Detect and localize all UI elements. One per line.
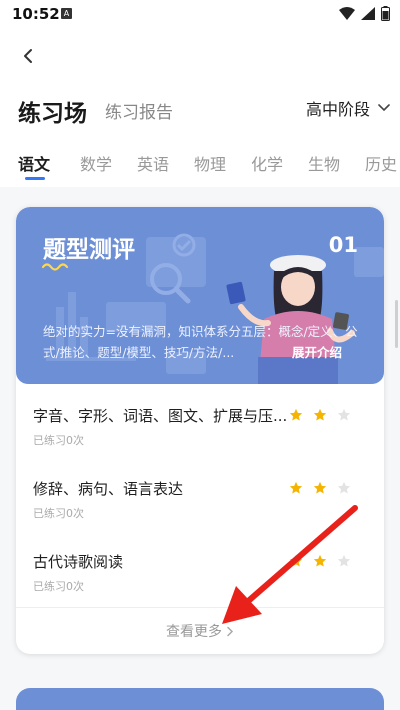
tab-chemistry[interactable]: 化学 bbox=[251, 151, 283, 175]
banner-number: 01 bbox=[328, 233, 358, 257]
star-filled-icon bbox=[289, 408, 303, 421]
tab-math[interactable]: 数学 bbox=[80, 151, 112, 175]
practice-card: 题型测评 01 绝对的实力=没有漏洞，知识体系分五层：概念/定义、公式/推论、题… bbox=[16, 207, 384, 654]
star-filled-icon bbox=[313, 408, 327, 421]
tab-physics[interactable]: 物理 bbox=[194, 151, 226, 175]
signal-icon bbox=[361, 7, 375, 20]
difficulty-stars bbox=[289, 554, 351, 568]
difficulty-stars bbox=[289, 481, 351, 495]
stage-select[interactable]: 高中阶段 bbox=[306, 96, 390, 120]
item-subtitle: 已练习0次 bbox=[33, 434, 84, 447]
card-banner[interactable]: 题型测评 01 绝对的实力=没有漏洞，知识体系分五层：概念/定义、公式/推论、题… bbox=[16, 207, 384, 384]
next-card-banner[interactable] bbox=[16, 688, 384, 710]
list-item[interactable]: 修辞、病句、语言表达 已练习0次 bbox=[33, 478, 363, 521]
item-subtitle: 已练习0次 bbox=[33, 507, 84, 520]
practice-report-tab[interactable]: 练习报告 bbox=[105, 98, 173, 123]
list-item[interactable]: 字音、字形、词语、图文、扩展与压... 已练习0次 bbox=[33, 405, 363, 448]
status-time: 10:52 bbox=[12, 5, 60, 23]
star-filled-icon bbox=[313, 554, 327, 567]
battery-icon bbox=[381, 6, 390, 21]
tab-english[interactable]: 英语 bbox=[137, 151, 169, 175]
view-more-label: 查看更多 bbox=[166, 624, 222, 640]
back-button[interactable] bbox=[16, 44, 40, 68]
wifi-icon bbox=[339, 7, 355, 20]
star-empty-icon bbox=[337, 481, 351, 494]
notification-icon: A bbox=[61, 8, 72, 19]
stage-label: 高中阶段 bbox=[305, 100, 370, 119]
page-title: 练习场 bbox=[18, 101, 87, 127]
star-filled-icon bbox=[313, 481, 327, 494]
tab-biology[interactable]: 生物 bbox=[308, 151, 340, 175]
star-filled-icon bbox=[289, 554, 303, 567]
status-bar: 10:52 A bbox=[0, 0, 400, 30]
item-subtitle: 已练习0次 bbox=[33, 580, 84, 593]
scrollbar bbox=[395, 300, 398, 348]
star-filled-icon bbox=[289, 481, 303, 494]
chevron-down-icon bbox=[378, 104, 390, 112]
expand-intro-link[interactable]: 展开介绍 bbox=[292, 342, 342, 361]
banner-title: 题型测评 bbox=[43, 237, 135, 263]
tab-history[interactable]: 历史 bbox=[365, 151, 397, 175]
list-item[interactable]: 古代诗歌阅读 已练习0次 bbox=[33, 551, 363, 594]
tab-chinese[interactable]: 语文 bbox=[18, 151, 50, 175]
subject-tabs: 语文 数学 英语 物理 化学 生物 历史 bbox=[0, 145, 400, 185]
status-icons bbox=[339, 6, 390, 21]
difficulty-stars bbox=[289, 408, 351, 422]
star-empty-icon bbox=[337, 408, 351, 421]
star-empty-icon bbox=[337, 554, 351, 567]
active-tab-indicator bbox=[25, 177, 45, 180]
chevron-right-icon bbox=[227, 626, 234, 636]
view-more-button[interactable]: 查看更多 bbox=[16, 607, 384, 654]
back-arrow-icon bbox=[24, 49, 32, 63]
